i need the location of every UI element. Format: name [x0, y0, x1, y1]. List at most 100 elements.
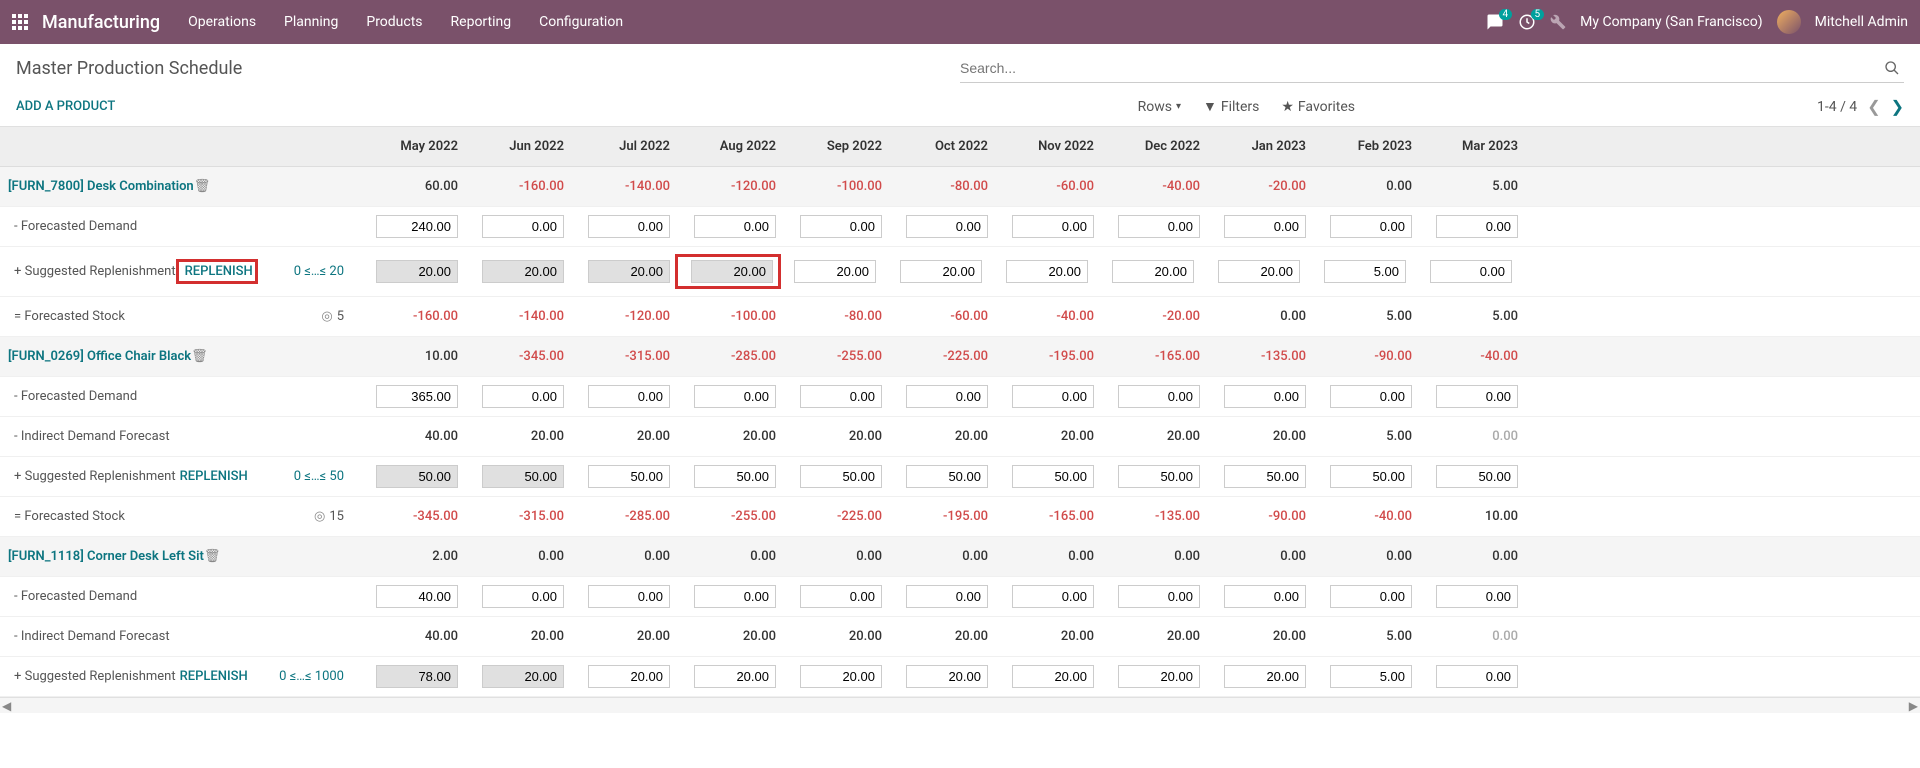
- cell-input[interactable]: [1118, 465, 1200, 488]
- cell-input[interactable]: [900, 260, 982, 283]
- cell-input[interactable]: [482, 585, 564, 608]
- cell-input[interactable]: [1012, 665, 1094, 688]
- target-icon[interactable]: ◎: [321, 309, 332, 324]
- cell-input[interactable]: [800, 215, 882, 238]
- cell-input[interactable]: [482, 215, 564, 238]
- cell-input[interactable]: [1224, 215, 1306, 238]
- cell-input[interactable]: [1436, 215, 1518, 238]
- cell-input[interactable]: [376, 215, 458, 238]
- cell-input[interactable]: [694, 215, 776, 238]
- cell-input[interactable]: [1330, 215, 1412, 238]
- cell-input[interactable]: [482, 385, 564, 408]
- cell-input[interactable]: [694, 465, 776, 488]
- filters-button[interactable]: ▼ Filters: [1203, 98, 1259, 115]
- replenish-button[interactable]: REPLENISH: [180, 669, 248, 684]
- activity-icon[interactable]: 5: [1518, 13, 1536, 31]
- cell-input[interactable]: [1012, 215, 1094, 238]
- cell-input[interactable]: [1118, 585, 1200, 608]
- cell-input[interactable]: [691, 260, 773, 283]
- cell-input[interactable]: [906, 465, 988, 488]
- cell-input[interactable]: [376, 385, 458, 408]
- cell-input[interactable]: [1324, 260, 1406, 283]
- scroll-left-icon[interactable]: ◀: [2, 699, 11, 713]
- cell-input[interactable]: [1224, 665, 1306, 688]
- replenish-button[interactable]: REPLENISH: [180, 469, 248, 484]
- cell-input[interactable]: [694, 665, 776, 688]
- cell-input[interactable]: [1436, 385, 1518, 408]
- cell-input[interactable]: [588, 465, 670, 488]
- cell-input[interactable]: [1012, 585, 1094, 608]
- delete-icon[interactable]: 🗑: [191, 349, 208, 364]
- debug-icon[interactable]: [1550, 14, 1566, 30]
- cell-input[interactable]: [1224, 585, 1306, 608]
- nav-reporting[interactable]: Reporting: [451, 14, 512, 30]
- add-product-button[interactable]: ADD A PRODUCT: [16, 99, 115, 114]
- cell-input[interactable]: [482, 260, 564, 283]
- cell-input[interactable]: [1118, 215, 1200, 238]
- favorites-button[interactable]: ★ Favorites: [1281, 99, 1355, 115]
- cell-input[interactable]: [482, 665, 564, 688]
- cell-input[interactable]: [694, 585, 776, 608]
- cell-input[interactable]: [906, 585, 988, 608]
- cell-input[interactable]: [376, 260, 458, 283]
- target-icon[interactable]: ◎: [314, 509, 325, 524]
- cell-input[interactable]: [1330, 585, 1412, 608]
- cell-input[interactable]: [1224, 385, 1306, 408]
- nav-operations[interactable]: Operations: [188, 14, 256, 30]
- app-brand[interactable]: Manufacturing: [42, 12, 160, 33]
- cell-input[interactable]: [800, 585, 882, 608]
- cell-input[interactable]: [376, 585, 458, 608]
- horizontal-scrollbar[interactable]: ◀ ▶: [0, 697, 1920, 713]
- pager-next[interactable]: ❯: [1891, 97, 1904, 116]
- cell-input[interactable]: [1330, 385, 1412, 408]
- cell-input[interactable]: [1330, 465, 1412, 488]
- cell-input[interactable]: [1012, 465, 1094, 488]
- cell-input[interactable]: [588, 385, 670, 408]
- apps-icon[interactable]: [12, 14, 28, 30]
- product-name[interactable]: [FURN_7800] Desk Combination: [8, 179, 194, 194]
- user-name[interactable]: Mitchell Admin: [1815, 14, 1908, 30]
- cell-input[interactable]: [800, 385, 882, 408]
- product-name[interactable]: [FURN_1118] Corner Desk Left Sit: [8, 549, 204, 564]
- search-input[interactable]: [960, 54, 1904, 82]
- delete-icon[interactable]: 🗑: [204, 549, 221, 564]
- pager-prev[interactable]: ❮: [1867, 97, 1880, 116]
- cell-input[interactable]: [1224, 465, 1306, 488]
- cell-input[interactable]: [588, 585, 670, 608]
- cell-input[interactable]: [376, 665, 458, 688]
- cell-input[interactable]: [694, 385, 776, 408]
- cell-input[interactable]: [588, 260, 670, 283]
- cell-input[interactable]: [588, 665, 670, 688]
- cell-input[interactable]: [800, 665, 882, 688]
- cell-input[interactable]: [1006, 260, 1088, 283]
- cell-input[interactable]: [376, 465, 458, 488]
- company-selector[interactable]: My Company (San Francisco): [1580, 14, 1762, 30]
- messaging-icon[interactable]: 4: [1486, 13, 1504, 31]
- delete-icon[interactable]: 🗑: [194, 179, 211, 194]
- rows-button[interactable]: Rows ▾: [1138, 99, 1181, 115]
- nav-products[interactable]: Products: [366, 14, 422, 30]
- cell-input[interactable]: [1112, 260, 1194, 283]
- cell-input[interactable]: [1330, 665, 1412, 688]
- cell-input[interactable]: [1118, 385, 1200, 408]
- search-icon[interactable]: [1884, 60, 1900, 76]
- cell-input[interactable]: [906, 215, 988, 238]
- replenish-button[interactable]: REPLENISH: [185, 264, 253, 279]
- product-name[interactable]: [FURN_0269] Office Chair Black: [8, 349, 191, 364]
- user-avatar[interactable]: [1777, 10, 1801, 34]
- cell-input[interactable]: [1012, 385, 1094, 408]
- cell-input[interactable]: [1436, 665, 1518, 688]
- cell-input[interactable]: [588, 215, 670, 238]
- nav-planning[interactable]: Planning: [284, 14, 338, 30]
- nav-configuration[interactable]: Configuration: [539, 14, 623, 30]
- scroll-right-icon[interactable]: ▶: [1909, 699, 1918, 713]
- cell-input[interactable]: [794, 260, 876, 283]
- cell-input[interactable]: [1436, 585, 1518, 608]
- cell-input[interactable]: [906, 665, 988, 688]
- cell-input[interactable]: [1118, 665, 1200, 688]
- cell-input[interactable]: [800, 465, 882, 488]
- cell-input[interactable]: [482, 465, 564, 488]
- cell-input[interactable]: [1218, 260, 1300, 283]
- cell-input[interactable]: [1430, 260, 1512, 283]
- cell-input[interactable]: [906, 385, 988, 408]
